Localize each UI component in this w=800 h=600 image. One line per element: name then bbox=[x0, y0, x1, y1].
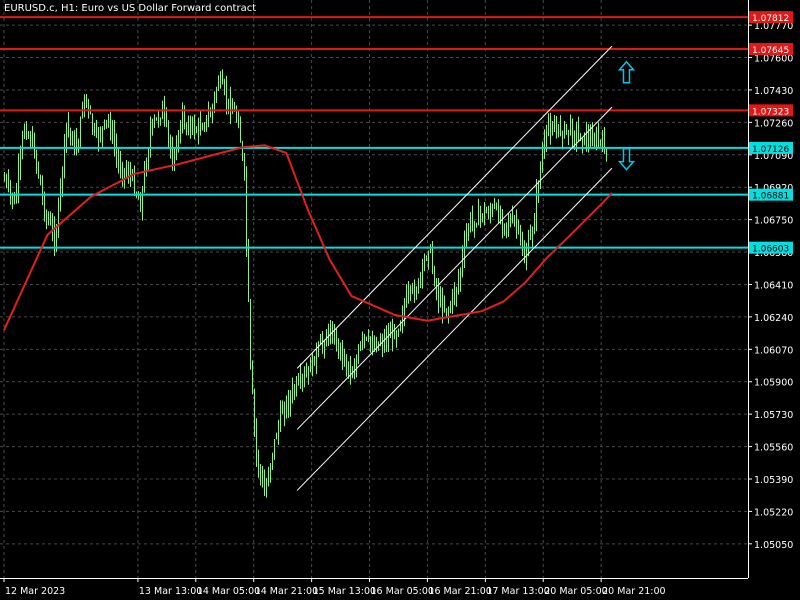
chart-title: EURUSD.c, H1: Euro vs US Dollar Forward … bbox=[4, 3, 257, 14]
x-tick-label: 17 Mar 13:00 bbox=[486, 586, 549, 597]
price-level-label: 1.07645 bbox=[752, 46, 789, 56]
y-tick-label: 1.05050 bbox=[754, 540, 793, 551]
x-tick-label: 15 Mar 13:00 bbox=[313, 586, 376, 597]
x-tick-label: 20 Mar 21:00 bbox=[602, 586, 665, 597]
x-tick-label: 13 Mar 13:00 bbox=[139, 586, 202, 597]
channel-line[interactable] bbox=[296, 45, 613, 369]
price-level-label: 1.07812 bbox=[752, 14, 789, 24]
price-level-label: 1.06603 bbox=[752, 245, 789, 255]
y-tick-label: 1.06240 bbox=[754, 313, 793, 324]
x-tick-label: 12 Mar 2023 bbox=[5, 586, 65, 597]
candles bbox=[4, 69, 607, 498]
y-tick-label: 1.06750 bbox=[754, 216, 793, 227]
y-tick-label: 1.07430 bbox=[754, 86, 793, 97]
price-level-label: 1.07323 bbox=[752, 107, 789, 117]
price-level-label: 1.06881 bbox=[752, 192, 789, 202]
x-tick-label: 16 Mar 21:00 bbox=[428, 586, 491, 597]
arrow-down-icon[interactable] bbox=[617, 147, 636, 171]
y-tick-label: 1.05390 bbox=[754, 475, 793, 486]
y-tick-label: 1.07260 bbox=[754, 118, 793, 129]
x-tick-label: 16 Mar 05:00 bbox=[371, 586, 434, 597]
price-chart[interactable]: 1.077701.076001.074301.072601.070901.069… bbox=[0, 0, 800, 600]
channel-line[interactable] bbox=[296, 106, 613, 430]
y-tick-label: 1.05560 bbox=[754, 443, 793, 454]
y-tick-label: 1.05900 bbox=[754, 378, 793, 389]
price-level-label: 1.07126 bbox=[752, 145, 789, 155]
channel-line[interactable] bbox=[296, 167, 613, 491]
arrow-up-icon[interactable] bbox=[617, 60, 636, 84]
y-tick-label: 1.06070 bbox=[754, 345, 793, 356]
x-tick-label: 14 Mar 05:00 bbox=[197, 586, 260, 597]
y-tick-label: 1.05730 bbox=[754, 410, 793, 421]
x-tick-label: 20 Mar 05:00 bbox=[544, 586, 607, 597]
x-tick-label: 14 Mar 21:00 bbox=[255, 586, 318, 597]
y-tick-label: 1.05220 bbox=[754, 507, 793, 518]
y-tick-label: 1.06410 bbox=[754, 280, 793, 291]
